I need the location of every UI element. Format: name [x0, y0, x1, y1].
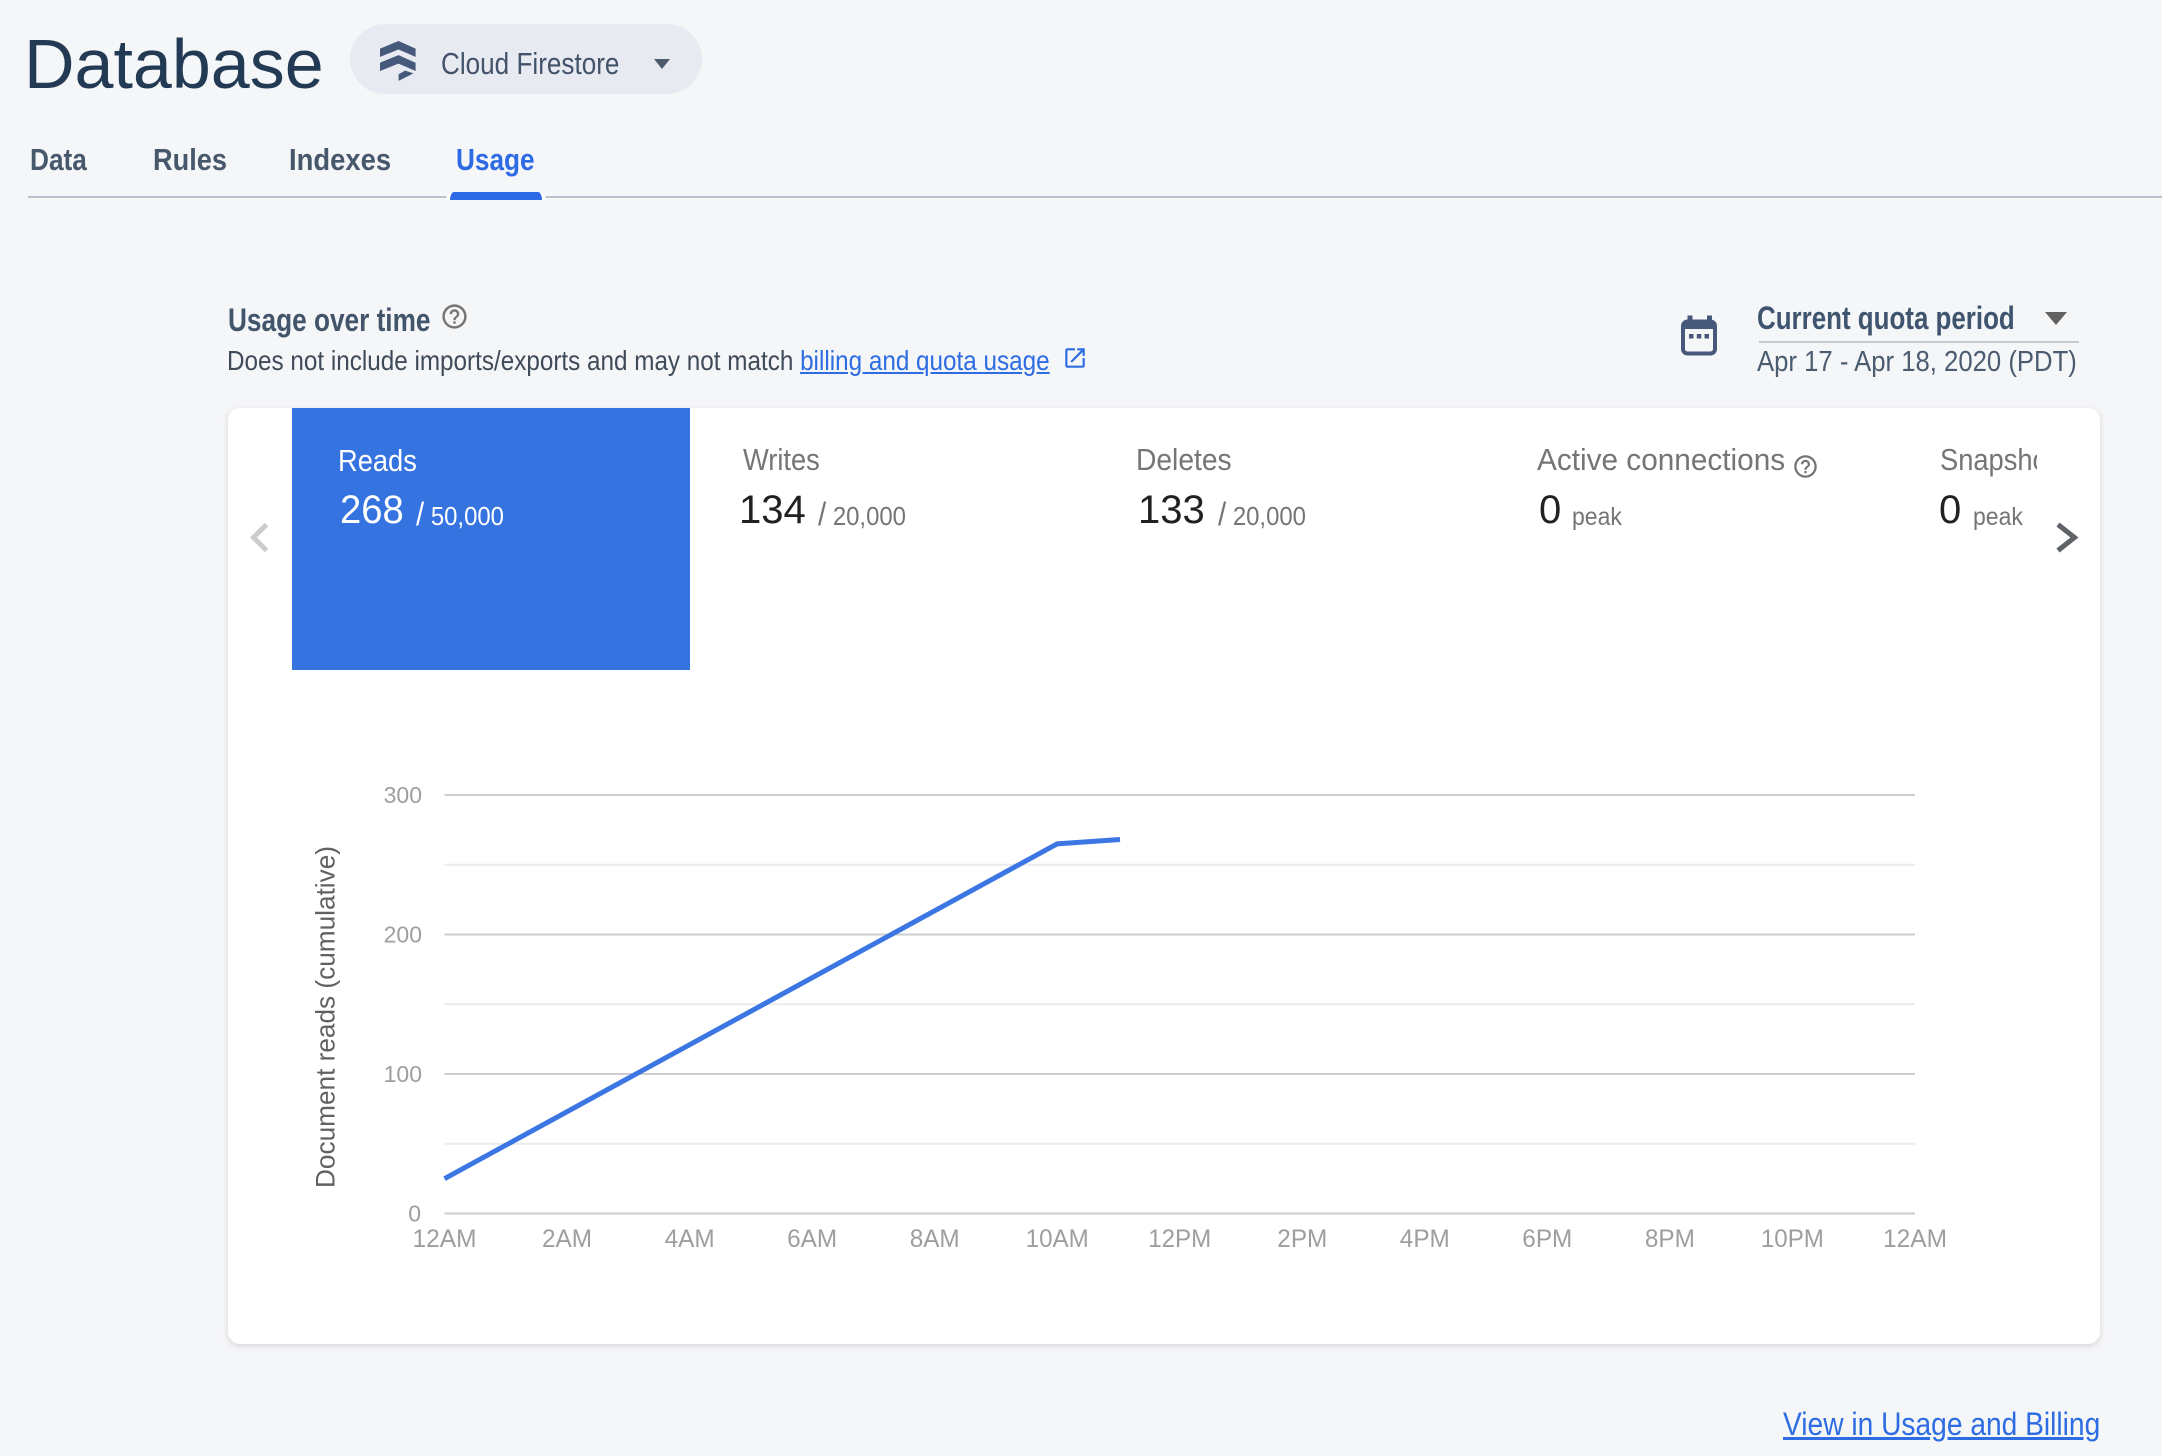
svg-text:4AM: 4AM — [665, 1225, 715, 1253]
svg-text:4PM: 4PM — [1400, 1225, 1450, 1253]
svg-text:8PM: 8PM — [1645, 1225, 1695, 1253]
svg-text:10PM: 10PM — [1761, 1225, 1824, 1253]
svg-text:6AM: 6AM — [787, 1225, 837, 1253]
svg-text:Document reads (cumulative): Document reads (cumulative) — [311, 846, 341, 1188]
svg-text:12AM: 12AM — [413, 1225, 477, 1253]
svg-text:12AM: 12AM — [1883, 1225, 1947, 1253]
svg-text:200: 200 — [384, 922, 422, 948]
svg-text:6PM: 6PM — [1522, 1225, 1572, 1253]
svg-text:2PM: 2PM — [1277, 1225, 1327, 1253]
svg-text:300: 300 — [384, 782, 422, 808]
svg-text:2AM: 2AM — [542, 1225, 592, 1253]
svg-text:0: 0 — [408, 1201, 421, 1227]
svg-text:8AM: 8AM — [910, 1225, 960, 1253]
svg-text:12PM: 12PM — [1148, 1225, 1211, 1253]
svg-text:10AM: 10AM — [1026, 1225, 1089, 1253]
svg-text:100: 100 — [384, 1061, 422, 1087]
